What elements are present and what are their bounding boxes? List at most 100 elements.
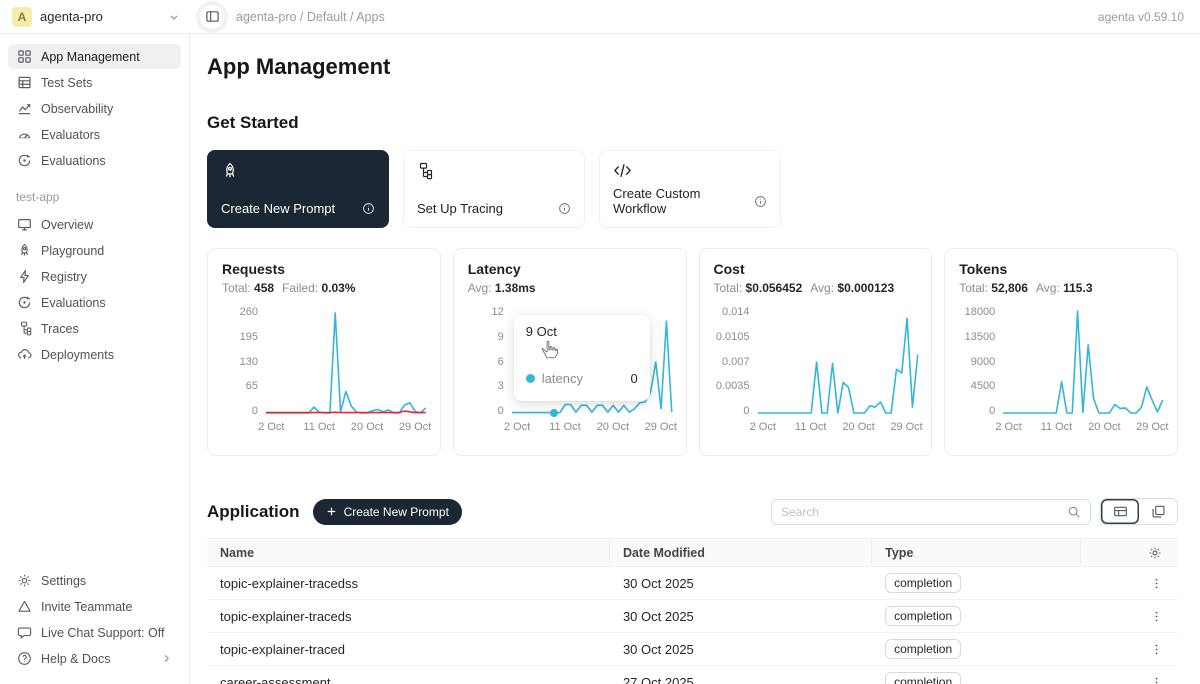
sidebar-section-label: test-app (16, 190, 173, 204)
tooltip-date: 9 Oct (526, 324, 638, 339)
column-header-actions (1081, 539, 1178, 566)
sidebar-item-overview[interactable]: Overview (8, 212, 181, 237)
row-actions-button[interactable] (1148, 674, 1165, 684)
requests-plot-area[interactable] (266, 311, 426, 413)
chart-stats: Total: 52,806Avg: 115.3 (959, 281, 1163, 295)
table-row[interactable]: career-assessment 27 Oct 2025 completion (207, 666, 1178, 684)
cost-plot-area[interactable] (758, 311, 918, 413)
hovered-point-marker (550, 409, 558, 417)
search-input[interactable] (781, 505, 1067, 519)
table-settings-button[interactable] (1148, 546, 1162, 560)
column-header-date-modified[interactable]: Date Modified (610, 539, 872, 566)
search-box[interactable] (771, 499, 1091, 525)
app-version: agenta v0.59.10 (1098, 10, 1184, 24)
sidebar-item-evaluators[interactable]: Evaluators (8, 122, 181, 147)
chart-title: Cost (714, 261, 918, 277)
info-icon[interactable] (362, 202, 375, 215)
lightning-icon (17, 269, 32, 284)
row-actions-button[interactable] (1148, 641, 1165, 658)
triangle-icon (17, 599, 32, 614)
tokens-chart-card: Tokens Total: 52,806Avg: 115.3 180001350… (944, 248, 1178, 456)
tooltip-series-value: 0 (631, 371, 638, 386)
sidebar-footer: Settings Invite Teammate Live Chat Suppo… (6, 568, 183, 672)
sidebar-item-label: Registry (41, 270, 87, 284)
type-badge: completion (885, 606, 961, 626)
breadcrumb[interactable]: agenta-pro / Default / Apps (236, 10, 385, 24)
branch-icon (17, 321, 32, 336)
create-new-prompt-card[interactable]: Create New Prompt (207, 150, 389, 228)
workspace-switcher[interactable]: A agenta-pro (12, 7, 180, 27)
sidebar-item-registry[interactable]: Registry (8, 264, 181, 289)
series-dot-icon (526, 374, 535, 383)
application-heading: Application (207, 502, 300, 522)
sidebar-item-label: Test Sets (41, 76, 92, 90)
chevron-down-icon (168, 11, 180, 23)
chart-title: Tokens (959, 261, 1163, 277)
refresh-circle-icon (17, 153, 32, 168)
gear-icon (17, 573, 32, 588)
y-axis-ticks: 0.0140.01050.0070.00350 (714, 307, 750, 417)
sidebar-item-deployments[interactable]: Deployments (8, 342, 181, 367)
info-icon[interactable] (558, 202, 571, 215)
chart-stats: Total: $0.056452Avg: $0.000123 (714, 281, 918, 295)
sidebar-item-observability[interactable]: Observability (8, 96, 181, 121)
sidebar-panel-icon (205, 9, 220, 24)
create-new-prompt-button[interactable]: Create New Prompt (313, 499, 462, 525)
sidebar-item-settings[interactable]: Settings (8, 568, 181, 593)
sidebar-toggle-button[interactable] (200, 5, 224, 29)
type-badge: completion (885, 672, 961, 684)
table-row[interactable]: topic-explainer-traceds 30 Oct 2025 comp… (207, 600, 1178, 633)
sidebar-item-playground[interactable]: Playground (8, 238, 181, 263)
x-axis-ticks: 2 Oct11 Oct20 Oct29 Oct (266, 421, 426, 435)
sidebar-item-app-evaluations[interactable]: Evaluations (8, 290, 181, 315)
gauge-icon (17, 127, 32, 142)
sidebar-item-evaluations[interactable]: Evaluations (8, 148, 181, 173)
get-started-heading: Get Started (207, 113, 1178, 133)
table-row[interactable]: topic-explainer-tracedss 30 Oct 2025 com… (207, 567, 1178, 600)
cloud-upload-icon (17, 347, 32, 362)
info-icon[interactable] (754, 195, 767, 208)
row-actions-button[interactable] (1148, 608, 1165, 625)
sidebar-item-traces[interactable]: Traces (8, 316, 181, 341)
set-up-tracing-card[interactable]: Set Up Tracing (403, 150, 585, 228)
card-view-button[interactable] (1139, 499, 1177, 524)
sidebar-item-label: Invite Teammate (41, 600, 132, 614)
app-name[interactable]: topic-explainer-tracedss (207, 576, 610, 591)
row-actions-button[interactable] (1148, 575, 1165, 592)
app-name[interactable]: topic-explainer-traceds (207, 609, 610, 624)
search-icon[interactable] (1067, 505, 1081, 519)
x-axis-ticks: 2 Oct11 Oct20 Oct29 Oct (758, 421, 918, 435)
sidebar-item-live-chat-support[interactable]: Live Chat Support: Off (8, 620, 181, 645)
card-view-icon (1151, 504, 1166, 519)
table-icon (17, 75, 32, 90)
sidebar-item-help-docs[interactable]: Help & Docs (8, 646, 181, 671)
sidebar-item-invite-teammate[interactable]: Invite Teammate (8, 594, 181, 619)
sidebar-item-test-sets[interactable]: Test Sets (8, 70, 181, 95)
column-header-name[interactable]: Name (207, 539, 610, 566)
column-header-type[interactable]: Type (872, 539, 1081, 566)
y-axis-ticks: 260195130650 (222, 307, 258, 417)
app-name[interactable]: topic-explainer-traced (207, 642, 610, 657)
tokens-plot-area[interactable] (1003, 311, 1163, 413)
grid-icon (17, 49, 32, 64)
app-name[interactable]: career-assessment (207, 675, 610, 684)
sidebar-item-label: Overview (41, 218, 93, 232)
app-date-modified: 27 Oct 2025 (610, 675, 872, 684)
table-view-button[interactable] (1101, 499, 1139, 524)
sidebar-item-label: Evaluations (41, 154, 106, 168)
sidebar-item-label: Observability (41, 102, 113, 116)
workspace-avatar: A (12, 7, 32, 27)
button-label: Create New Prompt (344, 505, 449, 519)
app-date-modified: 30 Oct 2025 (610, 609, 872, 624)
sidebar-item-app-management[interactable]: App Management (8, 44, 181, 69)
card-label: Create New Prompt (221, 201, 335, 216)
type-badge: completion (885, 639, 961, 659)
sidebar-item-label: Deployments (41, 348, 114, 362)
table-row[interactable]: topic-explainer-traced 30 Oct 2025 compl… (207, 633, 1178, 666)
app-date-modified: 30 Oct 2025 (610, 576, 872, 591)
mouse-cursor-icon (540, 340, 559, 359)
y-axis-ticks: 129630 (468, 307, 504, 417)
sidebar-item-label: Live Chat Support: Off (41, 626, 164, 640)
sidebar-item-label: Traces (41, 322, 79, 336)
create-custom-workflow-card[interactable]: Create Custom Workflow (599, 150, 781, 228)
